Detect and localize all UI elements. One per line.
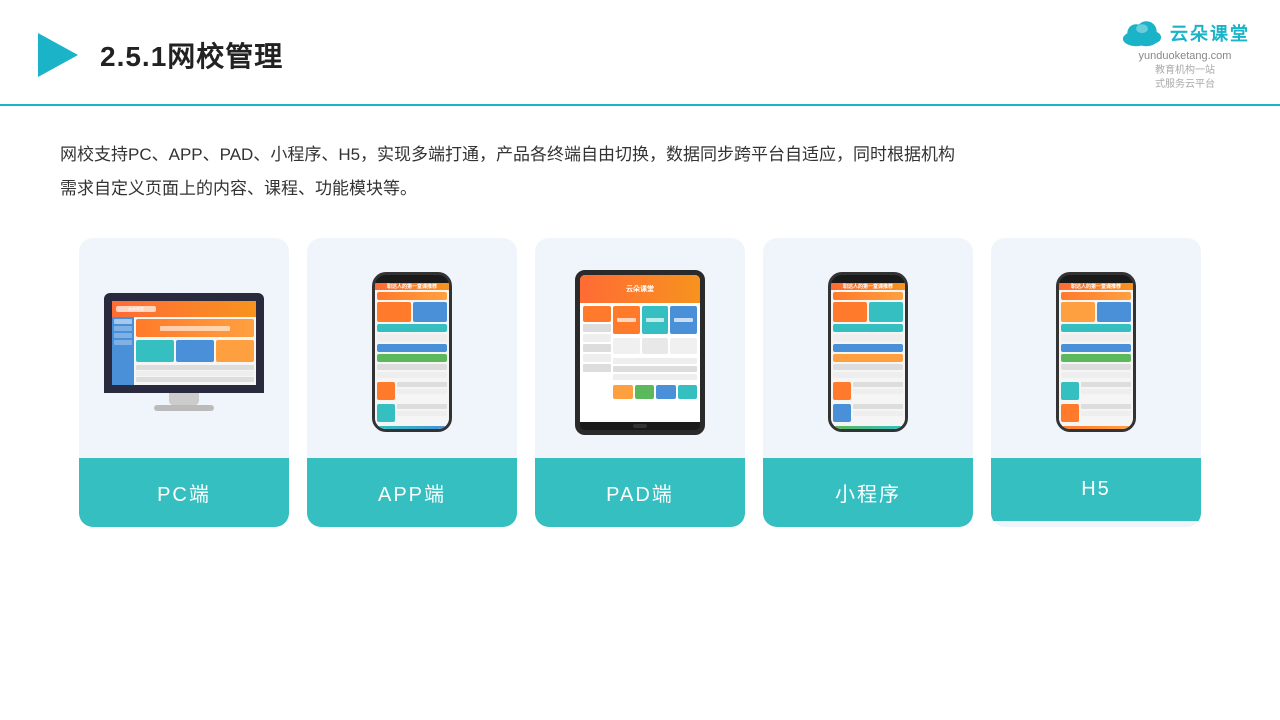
card-h5-label: H5 <box>991 458 1201 521</box>
brand-icon <box>30 29 82 81</box>
logo-cloud: 云朵课堂 <box>1120 18 1250 48</box>
tablet-screen: 云朵课堂 <box>580 275 700 422</box>
header-left: 2.5.1网校管理 <box>30 29 283 81</box>
phone-notch <box>398 275 426 283</box>
card-pad: 云朵课堂 <box>535 238 745 527</box>
page-header: 2.5.1网校管理 云朵课堂 yunduoketang.com 教育机构一站 式… <box>0 0 1280 106</box>
phone-h5-screen: 职达人的第一堂课推荐 <box>1059 283 1133 429</box>
logo-area: 云朵课堂 yunduoketang.com 教育机构一站 式服务云平台 <box>1120 18 1250 92</box>
phone-h5-mockup: 职达人的第一堂课推荐 <box>1056 272 1136 432</box>
description-text: 网校支持PC、APP、PAD、小程序、H5，实现多端打通，产品各终端自由切换，数… <box>60 138 1220 206</box>
logo-tagline: 教育机构一站 式服务云平台 <box>1155 64 1215 92</box>
card-miniapp-image: 职达人的第一堂课推荐 <box>763 238 973 458</box>
monitor-stand <box>169 393 199 405</box>
phone-miniapp-screen: 职达人的第一堂课推荐 <box>831 283 905 429</box>
logo-url: yunduoketang.com <box>1139 50 1232 62</box>
monitor-base <box>154 405 214 411</box>
pc-screen: 云朵课堂 <box>104 293 264 393</box>
card-pc-image: 云朵课堂 <box>79 238 289 458</box>
card-app: 职达人的第一堂课推荐 <box>307 238 517 527</box>
phone-miniapp-mockup: 职达人的第一堂课推荐 <box>828 272 908 432</box>
card-pc-label: PC端 <box>79 458 289 527</box>
card-pad-label: PAD端 <box>535 458 745 527</box>
tablet-mockup: 云朵课堂 <box>575 270 705 435</box>
cloud-icon <box>1120 18 1164 48</box>
cards-container: 云朵课堂 <box>50 238 1230 527</box>
card-miniapp: 职达人的第一堂课推荐 <box>763 238 973 527</box>
card-pad-image: 云朵课堂 <box>535 238 745 458</box>
phone-screen: 职达人的第一堂课推荐 <box>375 283 449 429</box>
card-h5: 职达人的第一堂课推荐 <box>991 238 1201 527</box>
card-app-label: APP端 <box>307 458 517 527</box>
card-app-image: 职达人的第一堂课推荐 <box>307 238 517 458</box>
card-pc: 云朵课堂 <box>79 238 289 527</box>
card-h5-image: 职达人的第一堂课推荐 <box>991 238 1201 458</box>
card-miniapp-label: 小程序 <box>763 458 973 527</box>
phone-app-mockup: 职达人的第一堂课推荐 <box>372 272 452 432</box>
logo-text: 云朵课堂 <box>1170 20 1250 46</box>
phone-h5-notch <box>1082 275 1110 283</box>
page-title: 2.5.1网校管理 <box>100 35 283 75</box>
phone-miniapp-notch <box>854 275 882 283</box>
